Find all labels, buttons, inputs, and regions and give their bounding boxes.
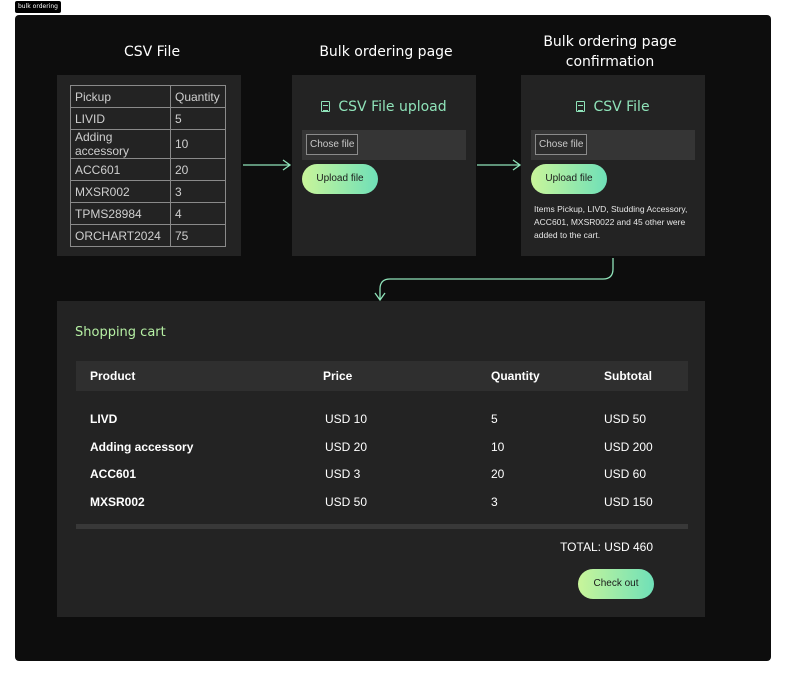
csv-cell: 5 [170,107,226,130]
chose-file-button[interactable]: Chose file [535,134,588,155]
checkout-button[interactable]: Check out [578,569,654,599]
csv-cell: 4 [170,202,226,225]
csv-cell: Adding accessory [70,129,171,159]
cell-quantity: 10 [491,440,505,454]
cell-price: USD 3 [325,467,361,481]
cart-table-header: Product Price Quantity Subtotal [76,361,688,391]
csv-cell: 20 [170,158,226,181]
csv-row: MXSR002 3 [70,180,226,203]
csv-row: ACC601 20 [70,158,226,181]
csv-table: Pickup Quantity LIVID 5 Adding accessory… [70,85,226,247]
csv-cell: Quantity [170,85,226,108]
cell-product: LIVD [90,412,118,426]
arrow-down-curved-icon [374,258,614,302]
csv-row: LIVID 5 [70,107,226,130]
csv-file-title: CSV File [123,44,181,60]
confirmation-title-line1: Bulk ordering page [543,34,677,50]
cell-product: MXSR002 [90,495,145,509]
header-product: Product [90,369,136,383]
confirm-heading-text: CSV File [593,99,650,115]
confirmation-message: Items Pickup, LIVD, Studding Accessory, … [534,204,688,240]
csv-cell: Pickup [70,85,171,108]
upload-heading-text: CSV File upload [338,99,447,115]
csv-row: Adding accessory 10 [70,129,226,159]
table-row: ACC601 USD 3 20 USD 60 [76,460,688,488]
bulk-ordering-title: Bulk ordering page [319,44,453,60]
document-icon [321,101,331,112]
header-price: Price [323,369,353,383]
cell-quantity: 5 [491,412,498,426]
upload-file-button[interactable]: Upload file [531,164,607,194]
cell-quantity: 20 [491,467,505,481]
file-input-bar: Chose file [302,130,466,160]
csv-cell: 10 [170,129,226,159]
cell-subtotal: USD 200 [604,440,653,454]
frame-label: bulk ordering [15,1,61,13]
cart-title: Shopping cart [75,325,166,340]
cell-price: USD 20 [325,440,368,454]
canvas: CSV File Bulk ordering page Bulk orderin… [15,15,771,661]
cell-subtotal: USD 50 [604,412,647,426]
table-row: Adding accessory USD 20 10 USD 200 [76,433,688,461]
csv-cell: LIVID [70,107,171,130]
csv-cell: ORCHART2024 [70,224,171,247]
confirmation-title-line2: confirmation [565,54,655,70]
cart-divider [76,524,688,529]
csv-row: Pickup Quantity [70,85,226,108]
table-row: MXSR002 USD 50 3 USD 150 [76,488,688,516]
arrow-right-icon [477,159,522,171]
csv-cell: TPMS28984 [70,202,171,225]
chose-file-button[interactable]: Chose file [306,134,359,155]
cell-quantity: 3 [491,495,498,509]
cell-product: ACC601 [90,467,137,481]
cell-price: USD 50 [325,495,368,509]
header-subtotal: Subtotal [604,369,652,383]
csv-cell: 75 [170,224,226,247]
file-input-bar: Chose file [531,130,695,160]
csv-cell: MXSR002 [70,180,171,203]
confirm-heading: CSV File [521,99,705,115]
csv-upload-panel: CSV File upload Chose file Upload file [292,75,476,256]
csv-row: TPMS28984 4 [70,202,226,225]
csv-cell: ACC601 [70,158,171,181]
table-row: LIVD USD 10 5 USD 50 [76,405,688,433]
document-icon [576,101,586,112]
csv-file-panel: Pickup Quantity LIVID 5 Adding accessory… [57,75,241,256]
cell-price: USD 10 [325,412,368,426]
header-quantity: Quantity [491,369,540,383]
csv-row: ORCHART2024 75 [70,224,226,247]
confirmation-panel: CSV File Chose file Upload file Items Pi… [521,75,705,256]
cart-total: TOTAL: USD 460 [560,540,653,554]
cell-product: Adding accessory [90,440,194,454]
csv-cell: 3 [170,180,226,203]
upload-file-button[interactable]: Upload file [302,164,378,194]
arrow-right-icon [243,159,292,171]
shopping-cart-panel: Shopping cart Product Price Quantity Sub… [57,301,705,617]
cell-subtotal: USD 150 [604,495,653,509]
cell-subtotal: USD 60 [604,467,647,481]
upload-heading: CSV File upload [292,99,476,115]
